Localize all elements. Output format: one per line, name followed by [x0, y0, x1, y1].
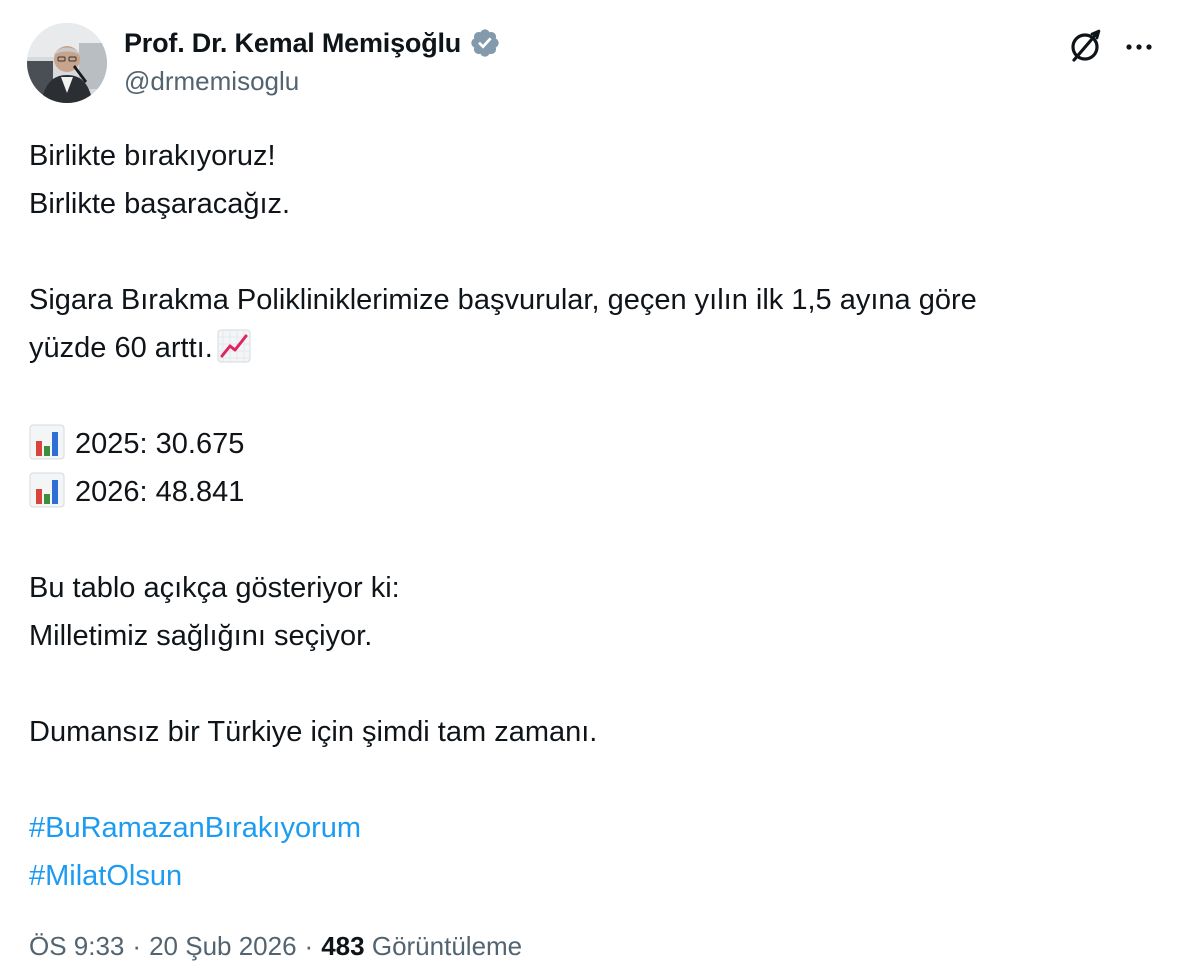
tweet-time[interactable]: ÖS 9:33	[29, 931, 124, 962]
tweet-line: Birlikte bırakıyoruz!	[29, 140, 276, 172]
views-label: Görüntüleme	[371, 931, 523, 961]
meta-separator: ·	[304, 931, 314, 961]
tweet-line-with-emoji: yüzde 60 arttı.	[29, 324, 1169, 372]
author-display-name[interactable]: Prof. Dr. Kemal Memişoğlu	[124, 28, 461, 59]
tweet-date[interactable]: 20 Şub 2026	[149, 931, 296, 962]
chart-increasing-emoji-icon	[217, 329, 251, 363]
more-options-icon[interactable]	[1119, 27, 1159, 67]
bar-chart-emoji-icon	[29, 424, 65, 460]
stat-line-2025: 2025: 30.675	[29, 420, 1169, 468]
grok-icon[interactable]	[1066, 26, 1106, 66]
author-name-row: Prof. Dr. Kemal Memişoğlu	[124, 25, 501, 61]
tweet-card: Prof. Dr. Kemal Memişoğlu @drmemisoglu B…	[0, 0, 1200, 976]
tweet-line: Birlikte başaracağız.	[29, 188, 291, 220]
tweet-text: Birlikte bırakıyoruz! Birlikte başaracağ…	[29, 132, 1169, 900]
tweet-line: Bu tablo açıkça gösteriyor ki:	[29, 572, 400, 604]
stat-2026-text: 2026: 48.841	[75, 476, 245, 508]
hashtag-link[interactable]: #BuRamazanBırakıyorum	[29, 804, 1169, 852]
tweet-line: Dumansız bir Türkiye için şimdi tam zama…	[29, 716, 598, 748]
stat-2025-text: 2025: 30.675	[75, 428, 245, 460]
tweet-meta: ÖS 9:33 · 20 Şub 2026 · 483 Görüntüleme	[29, 931, 522, 962]
tweet-line-text: yüzde 60 arttı.	[29, 332, 213, 364]
author-handle[interactable]: @drmemisoglu	[124, 66, 299, 97]
tweet-line: Milletimiz sağlığını seçiyor.	[29, 620, 373, 652]
verified-badge-icon[interactable]	[469, 27, 501, 59]
views-group[interactable]: 483 Görüntüleme	[321, 931, 522, 962]
avatar-photo	[27, 23, 107, 103]
views-count: 483	[321, 931, 365, 961]
avatar[interactable]	[27, 23, 107, 103]
stat-line-2026: 2026: 48.841	[29, 468, 1169, 516]
bar-chart-emoji-icon	[29, 472, 65, 508]
meta-separator: ·	[132, 931, 142, 961]
tweet-line: Sigara Bırakma Polikliniklerimize başvur…	[29, 284, 977, 316]
hashtag-link[interactable]: #MilatOlsun	[29, 852, 1169, 900]
